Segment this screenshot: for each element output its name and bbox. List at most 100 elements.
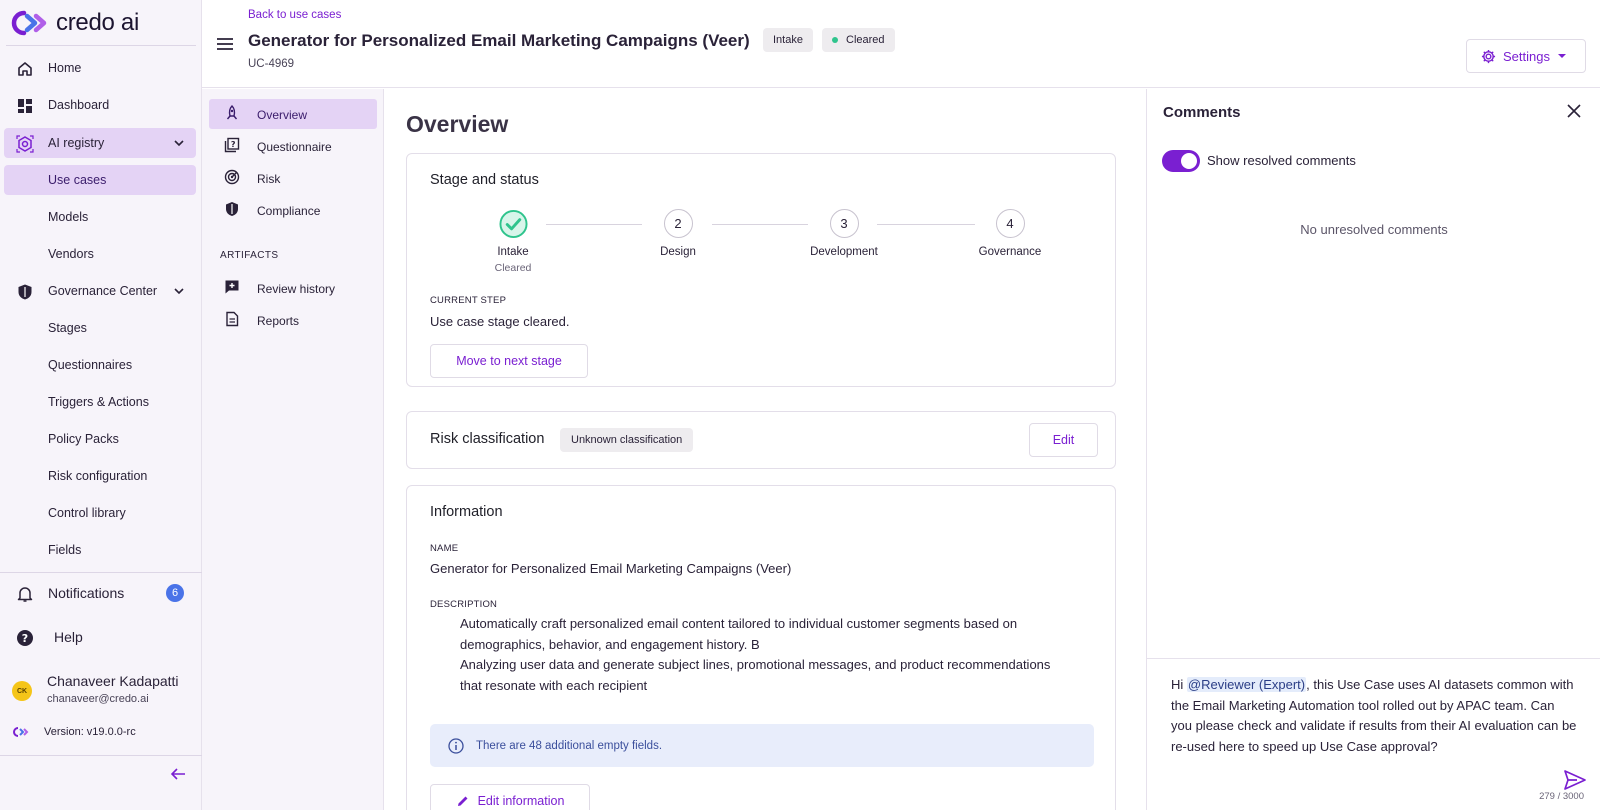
report-icon	[224, 311, 240, 327]
sidebar-item-label: Questionnaires	[48, 358, 133, 372]
tab-risk[interactable]: Risk	[209, 163, 377, 193]
stage-step-intake: Intake Cleared	[468, 209, 558, 274]
sidebar-item-governance-center[interactable]: Governance Center	[4, 276, 196, 306]
sidebar-item-label: Risk configuration	[48, 469, 148, 483]
back-to-use-cases-link[interactable]: Back to use cases	[248, 9, 341, 21]
tab-label: Review history	[257, 282, 336, 296]
page-title: Generator for Personalized Email Marketi…	[248, 31, 750, 50]
credo-small-logo-icon	[12, 726, 32, 738]
comment-text: Hi	[1171, 677, 1187, 692]
sidebar-item-help[interactable]: ? Help	[4, 622, 196, 652]
section-title: Overview	[406, 111, 509, 137]
banner-text: There are 48 additional empty fields.	[476, 739, 663, 752]
target-icon	[224, 169, 240, 185]
version-text: Version: v19.0.0-rc	[44, 726, 136, 738]
help-icon: ?	[16, 629, 34, 647]
tab-reports[interactable]: Reports	[209, 305, 377, 335]
sidebar-item-policy-packs[interactable]: Policy Packs	[4, 424, 196, 454]
sidebar-item-notifications[interactable]: Notifications 6	[4, 578, 196, 608]
mention-chip[interactable]: @Reviewer (Expert)	[1186, 677, 1307, 692]
collapse-sidebar-button[interactable]	[170, 767, 186, 781]
stage-step-design: 2 Design	[633, 209, 723, 258]
page-header: Back to use cases Generator for Personal…	[202, 0, 1600, 88]
info-icon	[448, 737, 464, 754]
sidebar-item-use-cases[interactable]: Use cases	[4, 165, 196, 195]
sidebar-item-label: Dashboard	[48, 98, 110, 112]
divider	[1147, 658, 1600, 659]
home-icon	[16, 60, 34, 78]
information-card: Information NAME Generator for Personali…	[406, 485, 1116, 810]
edit-risk-button[interactable]: Edit	[1029, 423, 1098, 457]
check-circle-icon	[498, 209, 528, 238]
sidebar-item-models[interactable]: Models	[4, 202, 196, 232]
step-status: Cleared	[494, 262, 532, 274]
tab-label: Overview	[257, 108, 308, 122]
tab-label: Questionnaire	[257, 140, 332, 154]
step-connector	[877, 224, 975, 225]
artifacts-heading: ARTIFACTS	[220, 250, 279, 261]
tab-review-history[interactable]: Review history	[209, 273, 377, 303]
step-name: Governance	[978, 246, 1042, 258]
name-label: NAME	[430, 543, 459, 554]
review-history-icon	[224, 279, 240, 295]
sidebar-item-control-library[interactable]: Control library	[4, 498, 196, 528]
card-heading: Stage and status	[430, 172, 539, 188]
sidebar-item-label: Help	[54, 629, 83, 645]
caret-down-icon	[1557, 52, 1567, 60]
divider	[0, 572, 202, 573]
divider	[6, 45, 196, 46]
dashboard-icon	[16, 97, 34, 115]
user-email: chanaveer@credo.ai	[47, 693, 149, 705]
tab-overview[interactable]: Overview	[209, 99, 377, 129]
sidebar-item-risk-configuration[interactable]: Risk configuration	[4, 461, 196, 491]
tab-questionnaire[interactable]: ? Questionnaire	[209, 131, 377, 161]
status-badge-label: Cleared	[846, 34, 885, 46]
comment-input[interactable]: Hi @Reviewer (Expert), this Use Case use…	[1171, 675, 1579, 757]
risk-classification-tag: Unknown classification	[560, 428, 694, 452]
sidebar-item-label: Governance Center	[48, 284, 158, 298]
sidebar-item-fields[interactable]: Fields	[4, 535, 196, 565]
status-dot	[832, 37, 838, 43]
tab-compliance[interactable]: Compliance	[209, 195, 377, 225]
sidebar-item-vendors[interactable]: Vendors	[4, 239, 196, 269]
sidebar-item-label: Notifications	[48, 585, 125, 601]
card-heading: Information	[430, 504, 503, 520]
character-count: 279 / 3000	[1539, 791, 1584, 802]
svg-text:?: ?	[22, 632, 28, 645]
sidebar-item-label: AI registry	[48, 136, 105, 150]
comments-panel: Comments Show resolved comments No unres…	[1146, 89, 1600, 810]
arrow-left-icon	[170, 767, 186, 781]
edit-information-button[interactable]: Edit information	[430, 784, 590, 810]
description-line: Analyzing user data and generate subject…	[460, 657, 1051, 693]
questionnaire-icon: ?	[224, 137, 240, 153]
step-number: 2	[663, 209, 693, 238]
chevron-down-icon[interactable]	[172, 136, 186, 153]
comments-title: Comments	[1163, 104, 1241, 121]
hamburger-menu-icon[interactable]	[216, 37, 234, 56]
step-name: Intake	[497, 246, 529, 258]
tab-label: Risk	[257, 172, 281, 186]
close-icon[interactable]	[1566, 103, 1582, 124]
sidebar-item-triggers-actions[interactable]: Triggers & Actions	[4, 387, 196, 417]
sidebar-item-questionnaires[interactable]: Questionnaires	[4, 350, 196, 380]
shield-icon	[224, 201, 240, 217]
main-content: Overview Stage and status Intake Cleared…	[385, 89, 1146, 810]
pencil-icon	[456, 794, 470, 808]
sidebar-item-stages[interactable]: Stages	[4, 313, 196, 343]
sidebar-item-ai-registry[interactable]: AI registry	[4, 128, 196, 158]
step-connector	[712, 224, 808, 225]
move-to-next-stage-button[interactable]: Move to next stage	[430, 344, 588, 378]
settings-button[interactable]: Settings	[1466, 39, 1586, 73]
credo-logo[interactable]: credo ai	[10, 8, 139, 38]
show-resolved-toggle[interactable]	[1162, 150, 1200, 172]
sidebar-item-dashboard[interactable]: Dashboard	[4, 90, 196, 120]
step-connector	[546, 224, 642, 225]
credo-logo-icon	[10, 8, 50, 38]
sidebar-item-label: Vendors	[48, 247, 94, 261]
name-value: Generator for Personalized Email Marketi…	[430, 561, 792, 576]
user-name: Chanaveer Kadapatti	[47, 673, 179, 689]
chevron-down-icon[interactable]	[172, 284, 186, 301]
sidebar-item-home[interactable]: Home	[4, 53, 196, 83]
shield-icon	[16, 283, 34, 301]
sidebar-item-label: Home	[48, 61, 82, 75]
